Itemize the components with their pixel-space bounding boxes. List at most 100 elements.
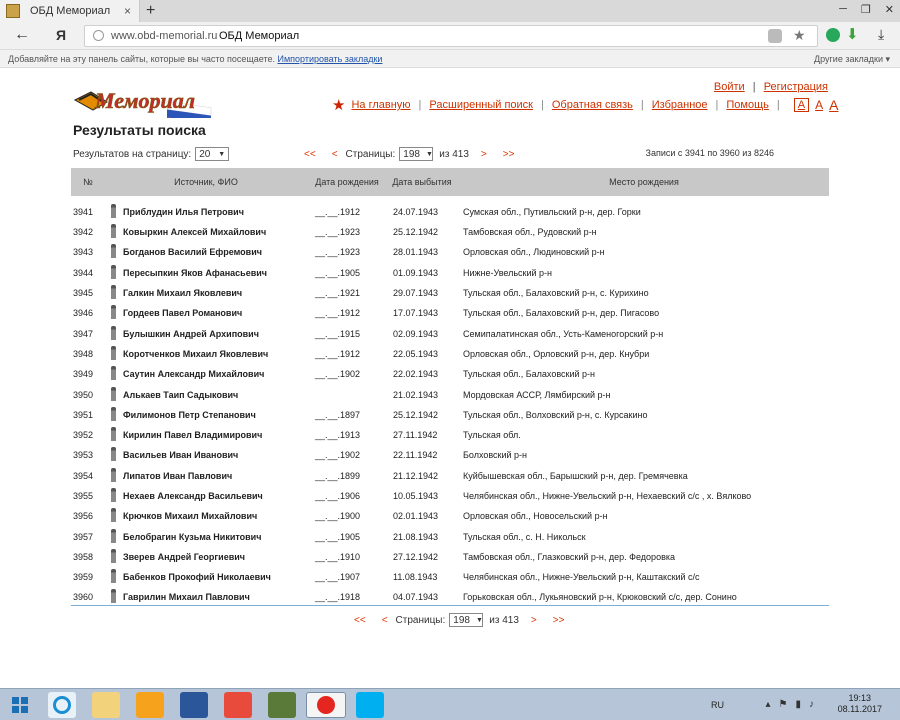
table-row[interactable]: 3948 Коротченков Михаил Яковлевич __.__.19…	[71, 344, 829, 364]
yandex-browser-icon[interactable]	[306, 692, 346, 718]
soldier-icon[interactable]	[110, 204, 116, 218]
soldier-icon[interactable]	[110, 366, 116, 381]
close-window-button[interactable]: ✕	[885, 3, 894, 16]
col-death[interactable]: Дата выбытия	[385, 168, 459, 196]
row-icon-cell[interactable]	[103, 526, 123, 546]
table-row[interactable]: 3956 Крючков Михаил Михайлович __.__.1900 0…	[71, 506, 829, 526]
col-num[interactable]: №	[71, 168, 103, 196]
nav-help[interactable]: Помощь	[726, 99, 769, 111]
row-icon-cell[interactable]	[103, 364, 123, 384]
tray-arrow-icon[interactable]: ▴	[765, 699, 770, 710]
language-indicator[interactable]: RU	[711, 700, 724, 710]
last-page-button[interactable]: >>	[503, 149, 515, 160]
nav-favorites[interactable]: Избранное	[652, 99, 708, 111]
ie-icon[interactable]	[48, 692, 76, 718]
row-icon-cell[interactable]	[103, 486, 123, 506]
back-arrow-icon[interactable]: ←	[14, 26, 30, 44]
soldier-icon[interactable]	[110, 264, 116, 279]
col-name[interactable]: Источник, ФИО	[103, 168, 309, 196]
row-name[interactable]: Богданов Василий Ефремович	[123, 242, 309, 262]
soldier-icon[interactable]	[110, 224, 116, 239]
bookmark-star-icon[interactable]: ★	[793, 27, 806, 44]
table-row[interactable]: 3949 Саутин Александр Михайлович __.__.190…	[71, 364, 829, 384]
memorial-logo[interactable]: Мемориал	[71, 78, 213, 118]
row-name[interactable]: Саутин Александр Михайлович	[123, 364, 309, 384]
maximize-button[interactable]: ❐	[861, 3, 871, 16]
soldier-icon[interactable]	[110, 406, 116, 421]
new-tab-button[interactable]: +	[146, 2, 155, 20]
first-page-button[interactable]: <<	[354, 615, 366, 626]
table-row[interactable]: 3944 Пересыпкин Яков Афанасьевич __.__.190…	[71, 263, 829, 283]
first-page-button[interactable]: <<	[304, 149, 316, 160]
table-row[interactable]: 3959 Бабенков Прокофий Николаевич __.__.19…	[71, 567, 829, 587]
row-name[interactable]: Коротченков Михаил Яковлевич	[123, 344, 309, 364]
table-row[interactable]: 3954 Липатов Иван Павлович __.__.1899 21.12…	[71, 466, 829, 486]
site-info-icon[interactable]	[93, 30, 104, 41]
soldier-icon[interactable]	[110, 447, 116, 462]
browser-tab[interactable]: ОБД Мемориал ×	[0, 0, 140, 22]
download-manager-icon[interactable]: ⬇	[846, 25, 859, 43]
import-bookmarks-link[interactable]: Импортировать закладки	[278, 54, 383, 64]
table-row[interactable]: 3957 Белобрагин Кузьма Никитович __.__.190…	[71, 526, 829, 546]
network-icon[interactable]: ▮	[795, 699, 801, 710]
table-row[interactable]: 3955 Нехаев Александр Васильевич __.__.190…	[71, 486, 829, 506]
table-row[interactable]: 3958 Зверев Андрей Георгиевич __.__.1910 27…	[71, 547, 829, 567]
table-row[interactable]: 3952 Кирилин Павел Владимирович __.__.1913…	[71, 425, 829, 445]
yandex-button[interactable]: Я	[56, 27, 66, 43]
row-icon-cell[interactable]	[103, 384, 123, 404]
windows-start-icon[interactable]	[12, 697, 28, 713]
row-icon-cell[interactable]	[103, 547, 123, 567]
row-name[interactable]: Кирилин Павел Владимирович	[123, 425, 309, 445]
soldier-icon[interactable]	[110, 285, 116, 300]
row-icon-cell[interactable]	[103, 445, 123, 465]
soldier-icon[interactable]	[110, 528, 116, 543]
table-row[interactable]: 3943 Богданов Василий Ефремович __.__.1923…	[71, 242, 829, 262]
soldier-icon[interactable]	[110, 589, 116, 604]
table-row[interactable]: 3947 Булышкин Андрей Архипович __.__.1915 0…	[71, 323, 829, 343]
next-page-button[interactable]: >	[481, 149, 487, 160]
clock[interactable]: 19:13 08.11.2017	[838, 693, 882, 715]
soldier-icon[interactable]	[110, 569, 116, 584]
page-select[interactable]: 198 ▼	[449, 613, 484, 627]
nav-advanced-search[interactable]: Расширенный поиск	[429, 99, 533, 111]
soldier-icon[interactable]	[110, 386, 116, 401]
row-name[interactable]: Гордеев Павел Романович	[123, 303, 309, 323]
table-row[interactable]: 3942 Ковыркин Алексей Михайлович __.__.192…	[71, 222, 829, 242]
row-icon-cell[interactable]	[103, 283, 123, 303]
font-size-small[interactable]: А	[793, 98, 810, 112]
row-name[interactable]: Бабенков Прокофий Николаевич	[123, 567, 309, 587]
extension-icon[interactable]	[768, 29, 782, 43]
soldier-icon[interactable]	[110, 548, 116, 563]
row-icon-cell[interactable]	[103, 425, 123, 445]
row-name[interactable]: Зверев Андрей Георгиевич	[123, 547, 309, 567]
row-name[interactable]: Галкин Михаил Яковлевич	[123, 283, 309, 303]
per-page-select[interactable]: 20 ▼	[195, 147, 230, 161]
row-icon-cell[interactable]	[103, 405, 123, 425]
photos-icon[interactable]	[268, 692, 296, 718]
row-icon-cell[interactable]	[103, 303, 123, 323]
soldier-icon[interactable]	[110, 244, 116, 259]
font-size-medium[interactable]: А	[815, 98, 823, 112]
row-icon-cell[interactable]	[103, 506, 123, 526]
font-size-large[interactable]: А	[829, 97, 838, 113]
table-row[interactable]: 3946 Гордеев Павел Романович __.__.1912 17.…	[71, 303, 829, 323]
table-row[interactable]: 3950 Алькаев Таип Садыкович 21.02.1943 Морд…	[71, 384, 829, 404]
table-row[interactable]: 3945 Галкин Михаил Яковлевич __.__.1921 29.…	[71, 283, 829, 303]
row-name[interactable]: Нехаев Александр Васильевич	[123, 486, 309, 506]
soldier-icon[interactable]	[110, 345, 116, 360]
col-place[interactable]: Место рождения	[459, 168, 829, 196]
row-icon-cell[interactable]	[103, 466, 123, 486]
prev-page-button[interactable]: <	[382, 615, 388, 626]
row-name[interactable]: Филимонов Петр Степанович	[123, 405, 309, 425]
flag-icon[interactable]: ⚑	[779, 699, 788, 710]
soldier-icon[interactable]	[110, 427, 116, 442]
soldier-icon[interactable]	[110, 325, 116, 340]
soldier-icon[interactable]	[110, 488, 116, 502]
row-name[interactable]: Алькаев Таип Садыкович	[123, 384, 309, 404]
row-icon-cell[interactable]	[103, 196, 123, 222]
last-page-button[interactable]: >>	[553, 615, 565, 626]
nav-feedback[interactable]: Обратная связь	[552, 99, 633, 111]
skype-icon[interactable]	[356, 692, 384, 718]
row-name[interactable]: Приблудин Илья Петрович	[123, 196, 309, 222]
row-name[interactable]: Белобрагин Кузьма Никитович	[123, 526, 309, 546]
